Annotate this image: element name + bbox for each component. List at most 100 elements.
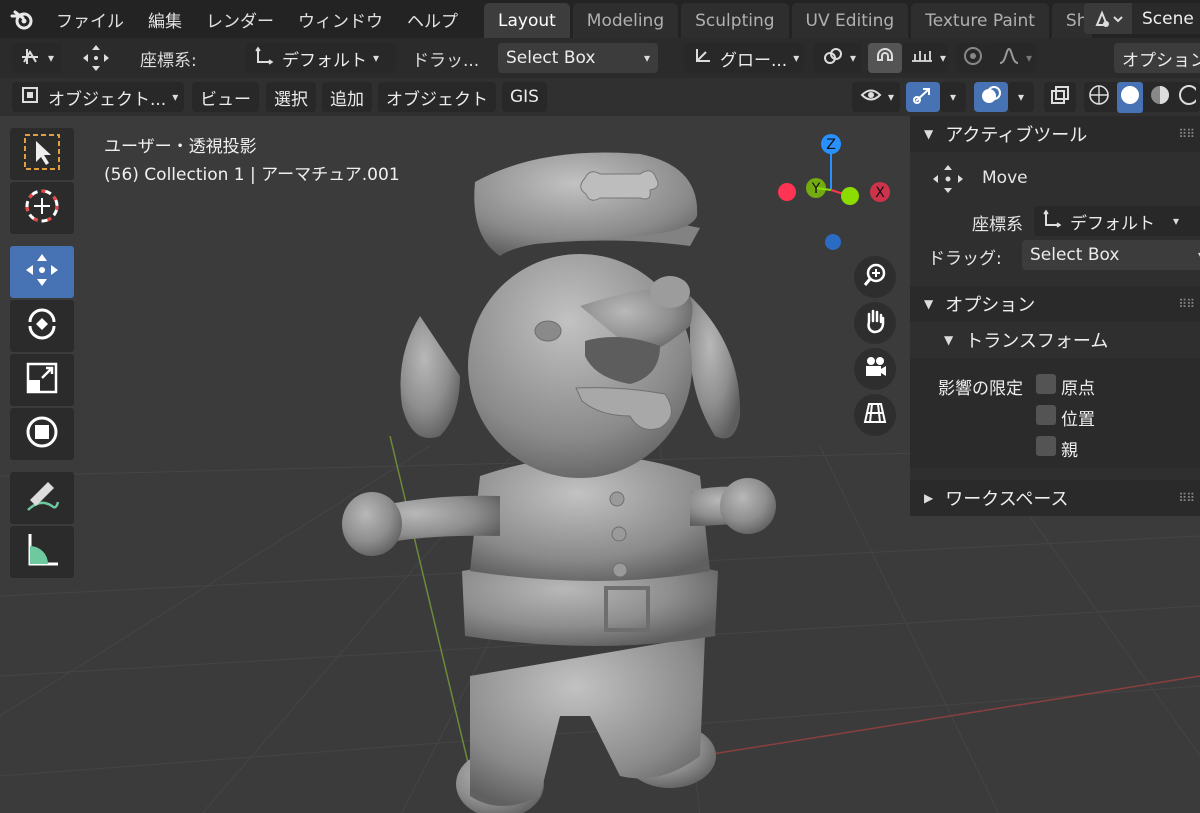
menu-add[interactable]: 追加 [322, 82, 372, 112]
scene-icon [1084, 3, 1132, 34]
move-arrows-icon [22, 250, 62, 294]
sidebar-panel: ▼ アクティブツール ⠿⠿ Move 座標系 デフォルト ▾ ドラッグ: Sele… [910, 116, 1200, 516]
sidebar-drag-label: ドラッグ: [928, 249, 1002, 269]
active-tool-name: Move [982, 168, 1028, 188]
menu-window[interactable]: ウィンドウ [286, 0, 395, 38]
drag-handle-icon[interactable]: ⠿⠿ [1178, 127, 1195, 141]
menu-edit[interactable]: 編集 [136, 0, 194, 38]
chevron-down-icon: ▾ [793, 51, 800, 65]
proportional-falloff-dropdown[interactable]: ▾ [990, 43, 1036, 73]
visibility-dropdown[interactable]: ▾ [852, 82, 900, 112]
scene-selector[interactable]: Scene [1084, 3, 1200, 34]
transform-title: トランスフォーム [965, 331, 1109, 352]
overlays-icon [980, 85, 1002, 110]
gizmo-neg-x-axis[interactable] [778, 183, 796, 201]
measure-tool[interactable] [10, 526, 74, 578]
affect-only-section: 影響の限定 原点 位置 親 [910, 358, 1200, 468]
x-axis-line [699, 675, 1200, 757]
affect-locations-checkbox[interactable] [1036, 405, 1056, 425]
xray-toggle[interactable] [1044, 82, 1076, 112]
sidebar-orientation-dropdown[interactable]: デフォルト ▾ [1034, 206, 1200, 236]
gizmo-neg-y-axis[interactable] [841, 187, 859, 205]
expand-triangle-icon: ▶ [924, 491, 934, 505]
collapse-triangle-icon: ▼ [944, 333, 954, 347]
chevron-down-icon: ▾ [949, 90, 957, 104]
scene-name: Scene [1142, 8, 1194, 29]
mode-dropdown[interactable]: オブジェクト... ▾ [12, 82, 184, 112]
solid-shading-icon[interactable] [1116, 81, 1143, 113]
annotate-tool[interactable] [10, 472, 74, 524]
select-box-tool[interactable] [10, 128, 74, 180]
active-tool-header[interactable]: ▼ アクティブツール ⠿⠿ [910, 116, 1200, 152]
transform-orientation-dropdown[interactable]: グロー... ▾ [684, 43, 804, 73]
rendered-shading-icon[interactable] [1178, 84, 1199, 111]
drag-handle-icon[interactable]: ⠿⠿ [1178, 297, 1195, 311]
menu-help[interactable]: ヘルプ [395, 0, 470, 38]
material-shading-icon[interactable] [1149, 84, 1171, 111]
menu-gis[interactable]: GIS [502, 82, 547, 112]
transform-tool[interactable] [10, 408, 74, 460]
overlays-toggle[interactable] [974, 82, 1008, 112]
gizmo-toggle[interactable] [906, 82, 940, 112]
drag-dropdown[interactable]: Select Box ▾ [498, 43, 658, 73]
tab-texture-paint[interactable]: Texture Paint [911, 3, 1049, 38]
transform-pivot-button[interactable]: ▾ [12, 43, 62, 73]
cursor-tool[interactable] [10, 182, 74, 234]
overlays-dropdown[interactable]: ▾ [1008, 82, 1034, 112]
menu-select[interactable]: 選択 [266, 82, 316, 112]
snap-toggle[interactable] [868, 43, 902, 73]
xray-icon [1050, 85, 1070, 110]
gizmo-neg-z-axis[interactable] [825, 234, 841, 250]
select-box-icon [22, 132, 62, 176]
menu-object[interactable]: オブジェクト [378, 82, 496, 112]
tab-layout[interactable]: Layout [484, 3, 570, 38]
tab-modeling[interactable]: Modeling [572, 3, 679, 38]
options-title: オプション [945, 295, 1036, 316]
affect-origins-checkbox[interactable] [1036, 374, 1056, 394]
orientation-value: デフォルト [282, 50, 367, 71]
viewport-header: オブジェクト... ▾ ビュー 選択 追加 オブジェクト GIS ▾ ▾ ▾ [0, 78, 1200, 116]
scale-icon [22, 358, 62, 402]
options-header[interactable]: ▼ オプション ⠿⠿ [910, 286, 1200, 322]
affect-parents-checkbox[interactable] [1036, 436, 1056, 456]
measure-ruler-icon [22, 530, 62, 574]
gizmo-dropdown[interactable]: ▾ [940, 82, 966, 112]
move-tool[interactable] [10, 246, 74, 298]
zoom-button[interactable] [854, 256, 896, 298]
tab-sculpting[interactable]: Sculpting [681, 3, 789, 38]
tab-uv-editing[interactable]: UV Editing [791, 3, 909, 38]
camera-view-button[interactable] [854, 348, 896, 390]
tool-shelf [10, 128, 78, 580]
shading-modes [1084, 81, 1200, 113]
workspace-header[interactable]: ▶ ワークスペース ⠿⠿ [910, 480, 1200, 516]
pan-button[interactable] [854, 302, 896, 344]
rotate-tool[interactable] [10, 300, 74, 352]
proportional-edit-icon [963, 46, 983, 71]
3d-viewport[interactable]: ユーザー・透視投影 (56) Collection 1 | アーマチュア.001 [0, 116, 1200, 813]
orientation-axes-icon [254, 46, 274, 71]
scale-tool[interactable] [10, 354, 74, 406]
menu-view[interactable]: ビュー [192, 82, 259, 112]
blender-logo-icon[interactable] [0, 0, 44, 38]
navigation-gizmo[interactable]: Z Y X [770, 128, 910, 268]
rotate-icon [22, 304, 62, 348]
transform-subheader[interactable]: ▼ トランスフォーム [910, 322, 1200, 358]
sidebar-drag-dropdown[interactable]: Select Box▾ [1022, 240, 1200, 270]
options-dropdown[interactable]: オプション [1114, 43, 1200, 73]
move-icon[interactable] [76, 42, 116, 74]
pivot-point-dropdown[interactable]: ▾ [814, 43, 862, 73]
active-tool-title: アクティブツール [945, 125, 1088, 146]
magnet-icon [874, 46, 896, 71]
drag-handle-icon[interactable]: ⠿⠿ [1178, 491, 1195, 505]
workspace-title: ワークスペース [945, 489, 1069, 510]
menu-file[interactable]: ファイル [44, 0, 136, 38]
falloff-curve-icon [998, 46, 1020, 71]
perspective-toggle-button[interactable] [854, 394, 896, 436]
wireframe-shading-icon[interactable] [1088, 84, 1110, 111]
snap-target-dropdown[interactable]: ▾ [902, 43, 948, 73]
menu-render[interactable]: レンダー [194, 0, 286, 38]
collapse-triangle-icon: ▼ [924, 127, 934, 141]
orientation-dropdown[interactable]: デフォルト ▾ [246, 43, 396, 73]
proportional-edit-toggle[interactable] [956, 43, 990, 73]
chevron-down-icon: ▾ [172, 90, 179, 104]
